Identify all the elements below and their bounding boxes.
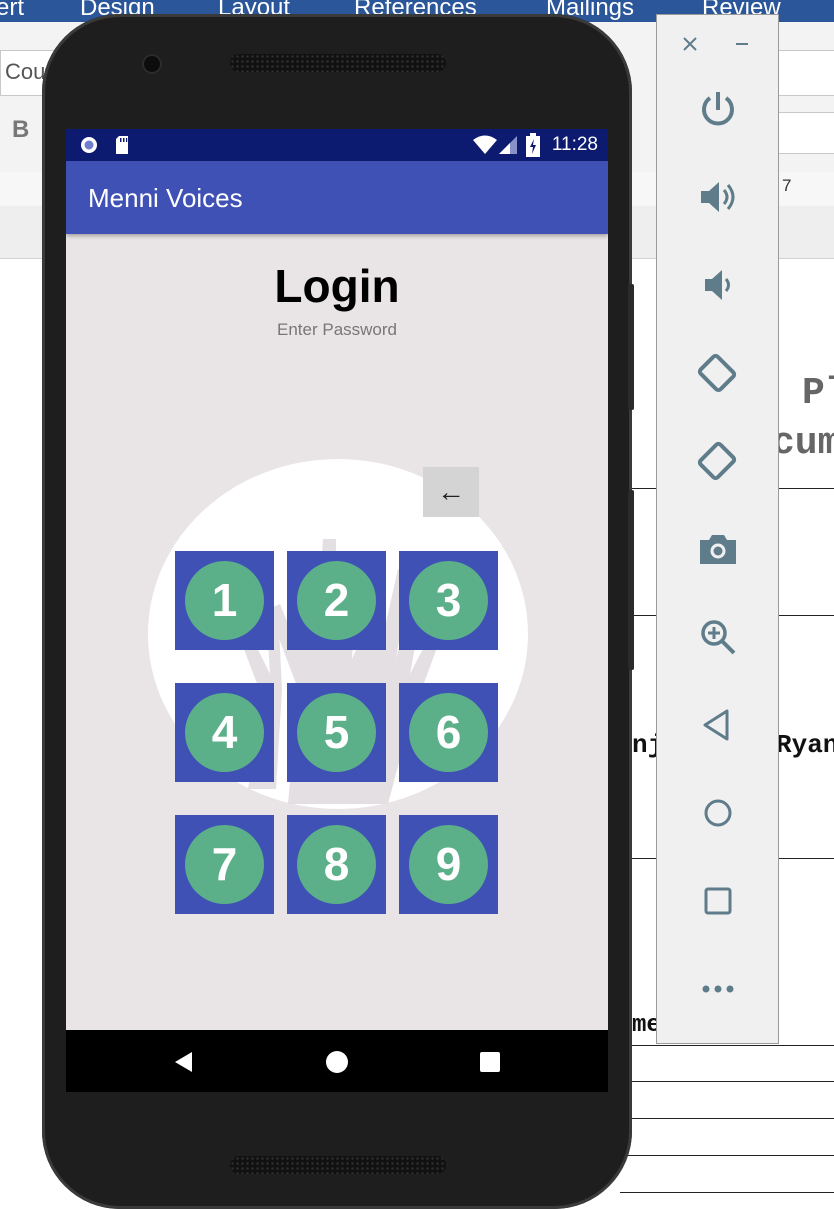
word-tab-insert[interactable]: ert <box>0 0 24 22</box>
overview-icon <box>704 887 731 915</box>
word-font-name: Cou <box>5 59 46 84</box>
keypad-button-4[interactable]: 4 <box>175 683 274 782</box>
circle-home-icon <box>326 1051 348 1073</box>
volume-down-icon <box>704 270 730 300</box>
word-bold-button[interactable]: B <box>12 116 29 144</box>
nav-overview-button[interactable] <box>479 1051 501 1073</box>
home-button[interactable] <box>657 783 778 843</box>
doc-table-line <box>620 1192 834 1193</box>
zoom-icon <box>700 620 735 655</box>
home-icon <box>704 799 731 827</box>
navigation-bar <box>66 1030 608 1092</box>
keypad-digit: 4 <box>185 693 264 772</box>
keypad-button-6[interactable]: 6 <box>399 683 498 782</box>
zoom-button[interactable] <box>657 607 778 667</box>
triangle-back-icon <box>175 1052 192 1072</box>
login-title: Login <box>274 260 400 312</box>
doc-text-fragment: Ryan <box>776 730 834 760</box>
word-ruler-number: 7 <box>782 176 792 195</box>
rotate-left-button[interactable] <box>657 343 778 403</box>
keypad-button-9[interactable]: 9 <box>399 815 498 914</box>
camera-icon <box>699 535 736 564</box>
app-bar: Menni Voices <box>66 161 608 234</box>
keypad-digit: 2 <box>297 561 376 640</box>
app-title: Menni Voices <box>88 183 243 213</box>
keypad-button-8[interactable]: 8 <box>287 815 386 914</box>
keypad-button-7[interactable]: 7 <box>175 815 274 914</box>
rotate-right-button[interactable] <box>657 431 778 491</box>
back-button[interactable] <box>657 695 778 755</box>
keypad-digit: 5 <box>297 693 376 772</box>
more-icon <box>702 985 733 993</box>
volume-down-button[interactable] <box>657 255 778 315</box>
doc-text-fragment: Pl <box>802 372 834 415</box>
arrow-left-icon: ← <box>437 476 465 507</box>
top-speaker <box>230 54 446 72</box>
front-camera <box>144 56 160 72</box>
wifi-icon <box>472 135 498 155</box>
battery-icon <box>526 133 540 157</box>
rotate-right-icon <box>697 441 736 481</box>
sd-card-icon <box>114 135 130 155</box>
doc-text-fragment: cum <box>772 422 834 465</box>
keypad-digit: 3 <box>409 561 488 640</box>
word-list-style-control[interactable] <box>776 50 834 96</box>
keypad-digit: 7 <box>185 825 264 904</box>
square-overview-icon <box>480 1052 500 1072</box>
more-button[interactable] <box>657 959 778 1019</box>
emulator-toolbar <box>656 14 779 1044</box>
phone-side-button <box>628 490 634 670</box>
status-bar: 11:28 <box>66 129 608 161</box>
screenshot-button[interactable] <box>657 519 778 579</box>
volume-up-icon <box>700 182 734 212</box>
phone-power-button <box>628 284 634 334</box>
keypad-digit: 9 <box>409 825 488 904</box>
nav-back-button[interactable] <box>172 1050 196 1074</box>
overview-button[interactable] <box>657 871 778 931</box>
close-icon[interactable] <box>681 35 699 53</box>
power-icon <box>701 92 734 126</box>
back-icon <box>703 709 728 741</box>
phone-volume-button <box>628 330 634 410</box>
nav-home-button[interactable] <box>325 1050 349 1074</box>
doc-table-line <box>620 1045 834 1046</box>
keypad-digit: 8 <box>297 825 376 904</box>
keypad-digit: 1 <box>185 561 264 640</box>
login-subtitle: Enter Password <box>277 320 397 339</box>
signal-icon <box>498 135 518 155</box>
doc-table-line <box>620 1118 834 1119</box>
keypad-digit: 6 <box>409 693 488 772</box>
volume-up-button[interactable] <box>657 167 778 227</box>
minimize-icon[interactable] <box>733 35 751 53</box>
keypad-button-5[interactable]: 5 <box>287 683 386 782</box>
power-button[interactable] <box>657 79 778 139</box>
doc-table-line <box>620 1081 834 1082</box>
rotate-left-icon <box>697 353 736 393</box>
backspace-button[interactable]: ← <box>423 467 479 517</box>
keypad-button-1[interactable]: 1 <box>175 551 274 650</box>
word-align-control[interactable] <box>776 112 834 154</box>
bottom-speaker <box>230 1156 446 1174</box>
keypad-button-3[interactable]: 3 <box>399 551 498 650</box>
status-time: 11:28 <box>551 134 598 155</box>
phone-screen: 11:28 Menni Voices Login Enter Password … <box>66 129 608 1092</box>
keypad-button-2[interactable]: 2 <box>287 551 386 650</box>
notification-icon <box>80 136 98 154</box>
doc-table-line <box>620 1155 834 1156</box>
